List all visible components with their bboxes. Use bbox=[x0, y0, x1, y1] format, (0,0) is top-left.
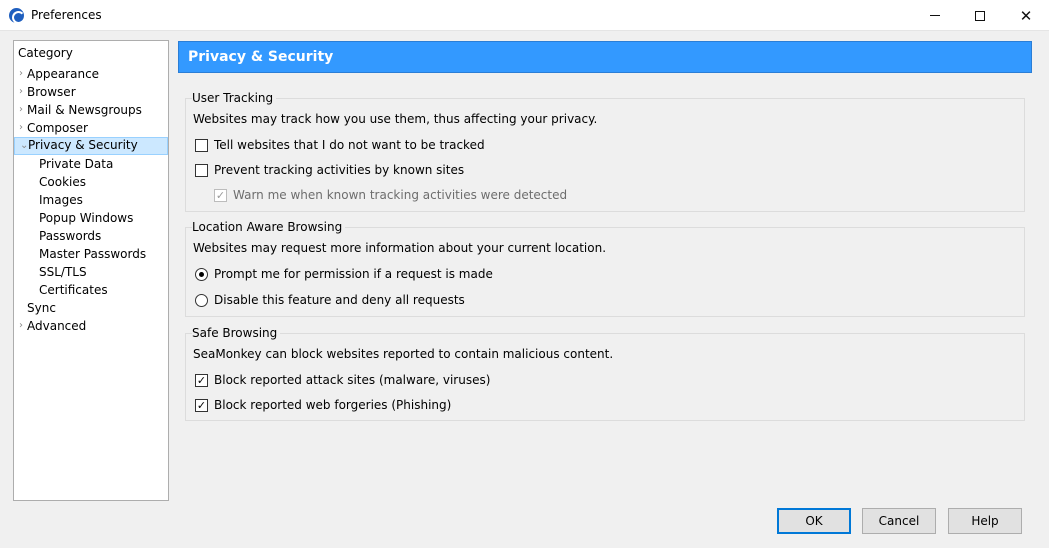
block-attack-label: Block reported attack sites (malware, vi… bbox=[214, 373, 491, 387]
disable-location-radio[interactable] bbox=[195, 293, 208, 307]
block-forgeries-checkbox[interactable]: ✓ bbox=[195, 398, 208, 412]
help-button[interactable]: Help bbox=[948, 508, 1022, 534]
tree-item-label: Sync bbox=[27, 301, 56, 315]
seamonkey-app-icon bbox=[9, 8, 25, 24]
tree-item-label: Composer bbox=[27, 121, 88, 135]
category-tree[interactable]: Category › Appearance › Browser › Mail & News… bbox=[13, 40, 169, 501]
warn-tracking-option[interactable]: ✓ Warn me when known tracking activities… bbox=[214, 187, 567, 203]
disable-location-option[interactable]: Disable this feature and deny all reques… bbox=[195, 292, 465, 308]
block-forgeries-option[interactable]: ✓ Block reported web forgeries (Phishing… bbox=[195, 397, 451, 413]
do-not-track-option[interactable]: Tell websites that I do not want to be t… bbox=[195, 137, 485, 153]
prevent-tracking-option[interactable]: Prevent tracking activities by known sit… bbox=[195, 162, 464, 178]
prevent-tracking-checkbox[interactable] bbox=[195, 163, 208, 177]
location-description: Websites may request more information ab… bbox=[193, 241, 607, 255]
block-attack-option[interactable]: ✓ Block reported attack sites (malware, … bbox=[195, 372, 490, 388]
minimize-button[interactable] bbox=[912, 0, 958, 31]
tree-item-label: Private Data bbox=[39, 157, 114, 171]
prompt-permission-label: Prompt me for permission if a request is… bbox=[214, 267, 493, 281]
user-tracking-caption: User Tracking bbox=[192, 91, 277, 105]
do-not-track-checkbox[interactable] bbox=[195, 138, 208, 152]
tree-item-label: Browser bbox=[27, 85, 76, 99]
title-bar: Preferences ✕ bbox=[0, 0, 1049, 31]
tree-item-label: SSL/TLS bbox=[39, 265, 87, 279]
location-caption: Location Aware Browsing bbox=[192, 220, 346, 234]
page-title: Privacy & Security bbox=[178, 41, 1032, 73]
cancel-button[interactable]: Cancel bbox=[862, 508, 936, 534]
user-tracking-description: Websites may track how you use them, thu… bbox=[193, 112, 598, 126]
maximize-button[interactable] bbox=[957, 0, 1003, 31]
category-tree-header: Category bbox=[18, 46, 73, 60]
prompt-permission-option[interactable]: Prompt me for permission if a request is… bbox=[195, 266, 493, 282]
tree-item-label: Advanced bbox=[27, 319, 87, 333]
tree-item-label: Mail & Newsgroups bbox=[27, 103, 142, 117]
warn-tracking-checkbox[interactable]: ✓ bbox=[214, 188, 227, 202]
tree-item-label: Privacy & Security bbox=[28, 138, 138, 152]
tree-item-label: Master Passwords bbox=[39, 247, 147, 261]
tree-item-privacy-security[interactable]: ⌄ Privacy & Security bbox=[14, 137, 168, 155]
window-title: Preferences bbox=[31, 8, 102, 22]
close-button[interactable]: ✕ bbox=[1003, 0, 1049, 31]
close-icon: ✕ bbox=[1019, 6, 1033, 25]
tree-item-label: Cookies bbox=[39, 175, 86, 189]
prevent-tracking-label: Prevent tracking activities by known sit… bbox=[214, 163, 465, 177]
minimize-icon bbox=[930, 15, 940, 16]
tree-item-label: Appearance bbox=[27, 67, 100, 81]
safe-browsing-caption: Safe Browsing bbox=[192, 326, 281, 340]
block-attack-checkbox[interactable]: ✓ bbox=[195, 373, 208, 387]
do-not-track-label: Tell websites that I do not want to be t… bbox=[214, 138, 485, 152]
warn-tracking-label: Warn me when known tracking activities w… bbox=[233, 188, 568, 202]
maximize-icon bbox=[975, 10, 985, 21]
tree-item-label: Passwords bbox=[39, 229, 102, 243]
tree-item-label: Certificates bbox=[39, 283, 108, 297]
block-forgeries-label: Block reported web forgeries (Phishing) bbox=[214, 398, 452, 412]
tree-item-label: Images bbox=[39, 193, 83, 207]
disable-location-label: Disable this feature and deny all reques… bbox=[214, 293, 465, 307]
prompt-permission-radio[interactable] bbox=[195, 267, 208, 281]
ok-button[interactable]: OK bbox=[777, 508, 851, 534]
tree-item-label: Popup Windows bbox=[39, 211, 134, 225]
safe-browsing-description: SeaMonkey can block websites reported to… bbox=[193, 347, 614, 361]
